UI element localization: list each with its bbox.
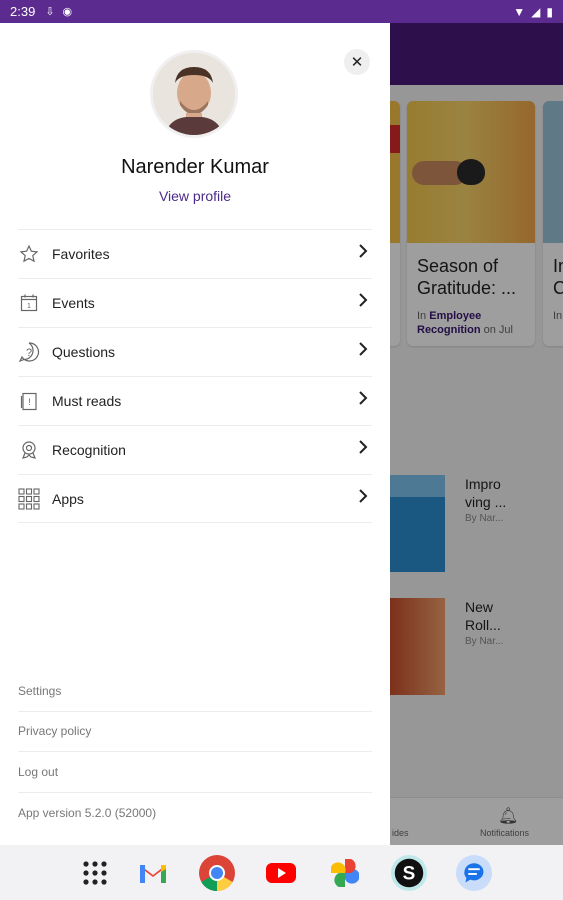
recognition-icon [18, 439, 40, 461]
messages-icon[interactable] [455, 854, 493, 892]
view-profile-link[interactable]: View profile [0, 188, 390, 204]
svg-text:1: 1 [27, 303, 31, 310]
app-version: App version 5.2.0 (52000) [18, 805, 157, 820]
close-button[interactable]: ✕ [344, 49, 370, 75]
calendar-icon: 1 [18, 292, 40, 314]
menu-item-favorites[interactable]: Favorites [18, 229, 372, 278]
menu-label: Questions [52, 344, 116, 360]
chevron-right-icon [358, 489, 368, 508]
gmail-icon[interactable] [134, 854, 172, 892]
drawer-footer: Settings Privacy policy Log out App vers… [18, 671, 372, 833]
menu-item-recognition[interactable]: Recognition [18, 425, 372, 474]
svg-text:S: S [403, 864, 416, 885]
navigation-drawer: ✕ Narender Kumar View profile Favorites … [0, 23, 390, 845]
question-icon: ? [18, 341, 40, 363]
drawer-menu: Favorites 1 Events ? Questions ! Must re… [18, 229, 372, 523]
menu-label: Favorites [52, 246, 110, 262]
menu-label: Recognition [52, 442, 126, 458]
avatar-photo [153, 53, 235, 135]
chevron-right-icon [358, 244, 368, 263]
status-bar: 2:39 ⇩ ◉ ▼ ◢ ▮ [0, 0, 563, 23]
youtube-icon[interactable] [262, 854, 300, 892]
menu-label: Apps [52, 490, 84, 507]
menu-item-questions[interactable]: ? Questions [18, 327, 372, 376]
system-dock: S [0, 845, 563, 900]
chevron-right-icon [358, 293, 368, 312]
must-read-icon: ! [18, 390, 40, 412]
messenger-icon: ◉ [62, 6, 73, 18]
avatar[interactable] [150, 50, 238, 138]
logout-link[interactable]: Log out [18, 752, 372, 793]
app-drawer-icon[interactable] [76, 854, 114, 892]
menu-item-must-reads[interactable]: ! Must reads [18, 376, 372, 425]
svg-text:?: ? [26, 347, 32, 359]
close-icon: ✕ [350, 54, 364, 71]
settings-link[interactable]: Settings [18, 671, 372, 712]
battery-icon: ▮ [546, 4, 553, 19]
privacy-policy-link[interactable]: Privacy policy [18, 712, 372, 752]
chevron-right-icon [358, 342, 368, 361]
photos-icon[interactable] [326, 854, 364, 892]
status-time: 2:39 [10, 4, 36, 19]
menu-label: Events [52, 295, 95, 311]
wifi-icon: ▼ [513, 4, 526, 19]
menu-item-apps[interactable]: Apps [18, 474, 372, 523]
chevron-right-icon [358, 440, 368, 459]
download-icon: ⇩ [45, 6, 55, 18]
s-app-icon[interactable]: S [390, 854, 428, 892]
signal-icon: ◢ [531, 4, 541, 19]
user-name: Narender Kumar [121, 156, 269, 178]
menu-item-events[interactable]: 1 Events [18, 278, 372, 327]
chrome-icon[interactable] [198, 854, 236, 892]
svg-text:!: ! [28, 397, 31, 407]
chevron-right-icon [358, 391, 368, 410]
menu-label: Must reads [52, 393, 122, 409]
apps-grid-icon [18, 487, 40, 510]
star-icon [18, 243, 40, 265]
